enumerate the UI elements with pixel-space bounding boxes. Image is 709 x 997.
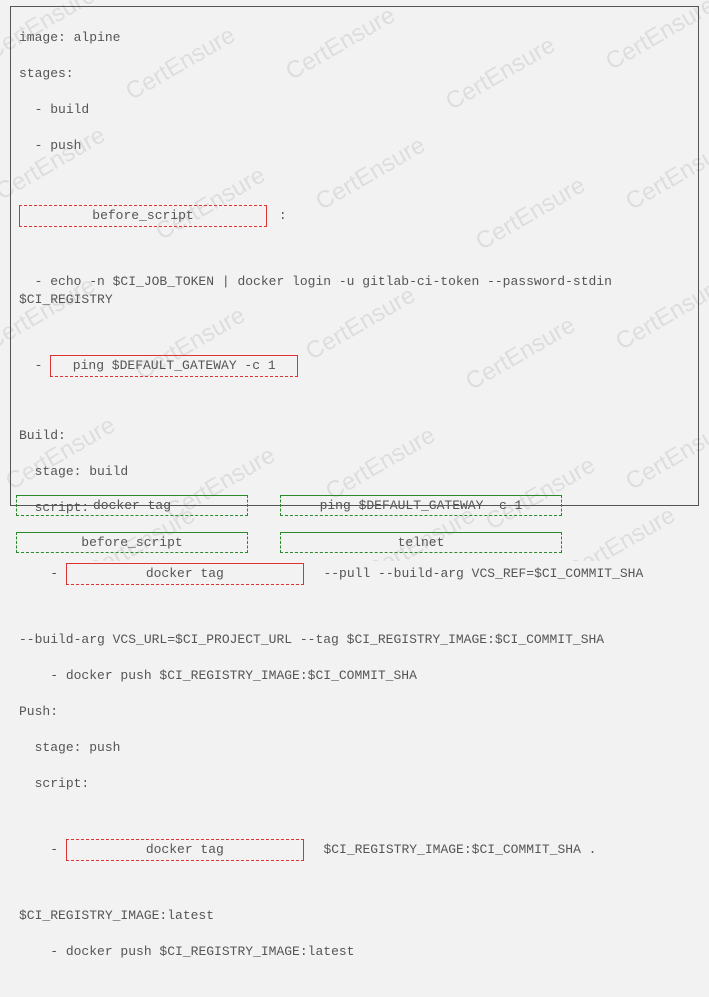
code-line: stage: build (19, 463, 690, 481)
answer-bank: docker tag ping $DEFAULT_GATEWAY -c 1 be… (10, 491, 699, 557)
fill-blank-3[interactable]: docker tag (66, 563, 304, 585)
code-line: - docker tag $CI_REGISTRY_IMAGE:$CI_COMM… (19, 839, 690, 861)
code-line: image: alpine (19, 29, 690, 47)
code-line: - docker tag --pull --build-arg VCS_REF=… (19, 563, 690, 585)
code-line: stages: (19, 65, 690, 83)
text: : (271, 207, 287, 225)
answer-option-4[interactable]: telnet (280, 532, 562, 553)
code-line: - echo -n $CI_JOB_TOKEN | docker login -… (19, 273, 690, 309)
code-line: - docker push $CI_REGISTRY_IMAGE:$CI_COM… (19, 667, 690, 685)
code-line: - push (19, 137, 690, 155)
code-line: stage: push (19, 739, 690, 757)
text: $CI_REGISTRY_IMAGE:$CI_COMMIT_SHA . (308, 841, 597, 859)
code-line: script: (19, 775, 690, 793)
code-line: - ping $DEFAULT_GATEWAY -c 1 (19, 355, 690, 377)
code-line: - docker push $CI_REGISTRY_IMAGE:latest (19, 943, 690, 961)
code-area: image: alpine stages: - build - push bef… (19, 11, 690, 505)
code-line: Build: (19, 427, 690, 445)
code-line: --build-arg VCS_URL=$CI_PROJECT_URL --ta… (19, 631, 690, 649)
page: CertEnsure CertEnsure CertEnsure CertEns… (0, 0, 709, 561)
answer-option-1[interactable]: docker tag (16, 495, 248, 516)
text: --pull --build-arg VCS_REF=$CI_COMMIT_SH… (308, 565, 643, 583)
code-line: $CI_REGISTRY_IMAGE:latest (19, 907, 690, 925)
answer-option-2[interactable]: ping $DEFAULT_GATEWAY -c 1 (280, 495, 562, 516)
code-line: Push: (19, 703, 690, 721)
fill-blank-4[interactable]: docker tag (66, 839, 304, 861)
answer-option-3[interactable]: before_script (16, 532, 248, 553)
code-line: - build (19, 101, 690, 119)
text: - (19, 357, 50, 375)
fill-blank-2[interactable]: ping $DEFAULT_GATEWAY -c 1 (50, 355, 298, 377)
text: - (19, 841, 66, 859)
text: - (19, 565, 66, 583)
code-container: image: alpine stages: - build - push bef… (10, 6, 699, 506)
fill-blank-1[interactable]: before_script (19, 205, 267, 227)
code-line: before_script : (19, 205, 690, 227)
